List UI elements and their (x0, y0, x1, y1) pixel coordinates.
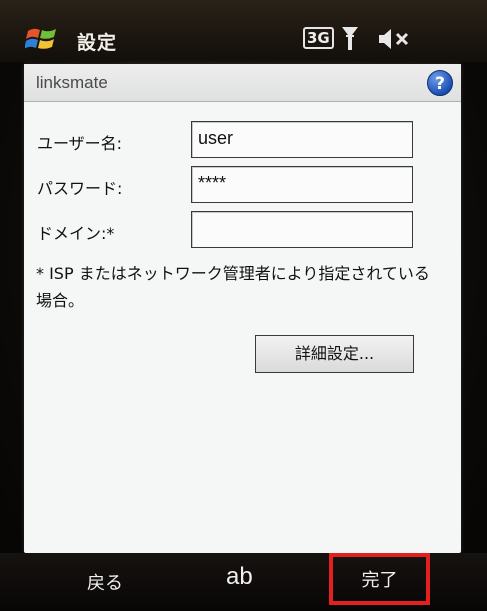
back-softkey[interactable]: 戻る (87, 569, 123, 595)
input-mode-softkey[interactable]: ab (226, 563, 253, 591)
domain-field[interactable] (191, 211, 413, 248)
volume-muted-icon[interactable] (377, 27, 411, 51)
done-softkey[interactable]: 完了 (329, 553, 430, 605)
advanced-settings-button[interactable]: 詳細設定... (255, 335, 414, 373)
domain-label: ドメイン:* (37, 224, 115, 243)
network-3g-badge: 3G (303, 27, 334, 49)
device-screen: 設定 3G linksmate ? ユーザー名: user パスワード: ***… (0, 0, 487, 611)
settings-dialog: linksmate ? ユーザー名: user パスワード: **** ドメイン… (24, 64, 461, 553)
signal-antenna-icon[interactable] (340, 24, 360, 52)
soft-key-bar: 戻る ab 完了 (0, 553, 487, 611)
password-label: パスワード: (37, 179, 123, 198)
dialog-title: linksmate (36, 73, 108, 92)
password-field[interactable]: **** (191, 166, 413, 203)
app-title: 設定 (77, 32, 118, 54)
help-button[interactable]: ? (427, 70, 453, 96)
username-label: ユーザー名: (37, 134, 123, 153)
domain-footnote: * ISP またはネットワーク管理者により指定されている場合。 (36, 264, 430, 310)
dialog-header: linksmate ? (24, 64, 461, 102)
username-field[interactable]: user (191, 121, 413, 158)
status-bar: 設定 3G (0, 0, 487, 62)
windows-logo-icon[interactable] (25, 22, 59, 56)
